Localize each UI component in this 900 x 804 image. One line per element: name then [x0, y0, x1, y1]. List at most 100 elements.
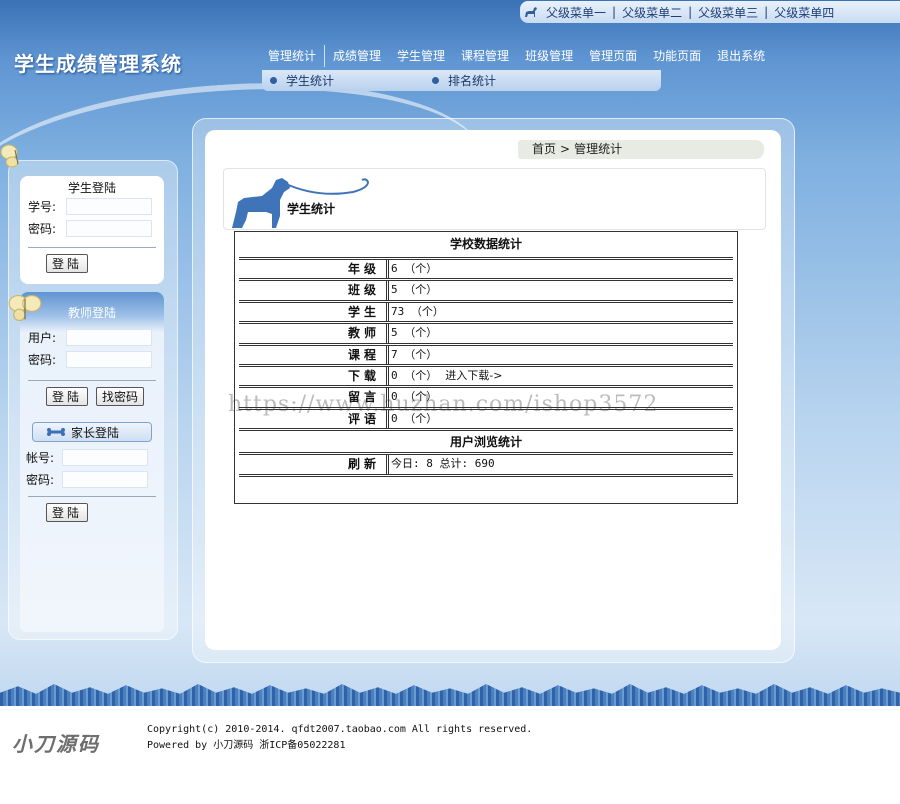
breadcrumb-current: 管理统计 — [574, 142, 623, 156]
teacher-login-button[interactable]: 登陆 — [46, 387, 89, 406]
teacher-user-label: 用户: — [28, 330, 57, 345]
row-value: 今日: 8 总计: 690 — [391, 457, 495, 471]
student-password-input[interactable] — [66, 219, 152, 237]
student-id-row: 学号: — [28, 195, 164, 217]
dog-icon — [525, 7, 537, 17]
nav-item-function-pages[interactable]: 功能页面 — [645, 45, 709, 67]
table-row-grades: 年级 6 （个） — [239, 257, 733, 282]
site-title: 学生成绩管理系统 — [14, 52, 182, 76]
copyright-text: Copyright(c) 2010-2014. qfdt2007.taobao.… — [147, 724, 533, 735]
nav-item-courses[interactable]: 课程管理 — [453, 45, 517, 67]
row-value: 5 （个） — [391, 326, 438, 340]
row-value: 0 （个） — [391, 390, 438, 404]
nav-item-stats[interactable]: 管理统计 — [260, 45, 326, 67]
footer-logo: 小刀源码 — [12, 732, 100, 756]
school-stats-table: 学校数据统计 年级 6 （个） 班级 5 （个） 学生 73 （个） 教师 5 … — [234, 231, 738, 504]
bullet-icon — [270, 77, 277, 84]
row-label: 下载 — [239, 366, 389, 386]
stats-table-header: 学校数据统计 — [449, 237, 522, 251]
row-value: 73 （个） — [391, 304, 444, 318]
row-label: 课程 — [239, 345, 389, 364]
top-menu-separator: | — [688, 5, 693, 19]
top-menu-separator: | — [764, 5, 769, 19]
parent-password-row: 密码: — [26, 468, 164, 490]
grass-decoration — [0, 684, 900, 706]
table-row-downloads: 下载 0 （个） 进入下载-> — [239, 363, 733, 389]
student-login-panel: 学生登陆 学号: 密码: 登陆 — [20, 176, 164, 284]
nav-item-admin-pages[interactable]: 管理页面 — [581, 45, 645, 67]
sub-nav-label: 学生统计 — [286, 74, 335, 88]
divider — [28, 380, 156, 381]
sub-nav-label: 排名统计 — [448, 74, 497, 88]
bone-icon — [47, 428, 65, 436]
breadcrumb: 首页 > 管理统计 — [518, 140, 764, 159]
row-value: 0 （个） — [391, 411, 438, 425]
table-row-teachers: 教师 5 （个） — [239, 321, 733, 346]
student-login-title: 学生登陆 — [67, 181, 116, 195]
section-title: 学生统计 — [287, 202, 336, 216]
breadcrumb-home[interactable]: 首页 — [532, 142, 556, 156]
breadcrumb-separator: > — [560, 142, 571, 156]
powered-by-text: Powered by 小刀源码 浙ICP备05022281 — [147, 740, 346, 751]
table-row-courses: 课程 7 （个） — [239, 342, 733, 367]
student-id-label: 学号: — [28, 199, 57, 214]
nav-item-classes[interactable]: 班级管理 — [517, 45, 581, 67]
top-menu-item-2[interactable]: 父级菜单二 — [618, 4, 686, 21]
parent-login-button[interactable]: 登陆 — [46, 503, 89, 522]
top-menu-item-1[interactable]: 父级菜单一 — [542, 4, 610, 21]
sub-nav-item-ranking-stats[interactable]: 排名统计 — [432, 72, 496, 89]
row-label: 年级 — [239, 260, 389, 279]
teacher-login-panel: 教师登陆 用户: 密码: 登陆 找密码 家长登陆 帐号: 密码: 登陆 — [20, 292, 164, 632]
teacher-user-input[interactable] — [66, 328, 152, 346]
forgot-password-button[interactable]: 找密码 — [96, 387, 145, 406]
row-label: 学生 — [239, 302, 389, 322]
student-id-input[interactable] — [66, 197, 152, 215]
row-value: 7 （个） — [391, 347, 438, 361]
table-row-classes: 班级 5 （个） — [239, 278, 733, 303]
top-menu-separator: | — [612, 5, 617, 19]
nav-item-students[interactable]: 学生管理 — [389, 45, 453, 67]
teacher-password-input[interactable] — [66, 350, 152, 368]
student-login-button[interactable]: 登陆 — [46, 254, 89, 273]
parent-account-input[interactable] — [62, 448, 148, 466]
main-nav: 管理统计 成绩管理 学生管理 课程管理 班级管理 管理页面 功能页面 退出系统 — [260, 44, 773, 68]
parent-account-row: 帐号: — [26, 446, 164, 468]
table-row-refresh: 刷新 今日: 8 总计: 690 — [239, 452, 733, 477]
butterfly-icon — [8, 294, 42, 322]
parent-login-tab-label: 家长登陆 — [71, 425, 120, 440]
teacher-password-label: 密码: — [28, 352, 57, 367]
row-label: 班级 — [239, 281, 389, 300]
parent-account-label: 帐号: — [26, 450, 55, 465]
parent-login-tab[interactable]: 家长登陆 — [32, 422, 152, 442]
row-label: 留言 — [239, 388, 389, 407]
nav-item-logout[interactable]: 退出系统 — [709, 45, 773, 67]
divider — [28, 247, 156, 248]
teacher-user-row: 用户: — [28, 326, 164, 348]
nav-item-scores[interactable]: 成绩管理 — [325, 45, 389, 67]
student-password-label: 密码: — [28, 221, 57, 236]
browse-stats-header: 用户浏览统计 — [239, 428, 733, 452]
teacher-password-row: 密码: — [28, 348, 164, 370]
top-menu-item-4[interactable]: 父级菜单四 — [770, 4, 838, 21]
top-menu-item-3[interactable]: 父级菜单三 — [694, 4, 762, 21]
table-row-students: 学生 73 （个） — [239, 299, 733, 325]
bullet-icon — [432, 77, 440, 84]
parent-password-input[interactable] — [62, 470, 148, 488]
top-utility-menu: 父级菜单一 | 父级菜单二 | 父级菜单三 | 父级菜单四 — [520, 1, 900, 23]
row-value: 5 （个） — [391, 283, 438, 297]
student-password-row: 密码: — [28, 217, 164, 239]
footer-text: Copyright(c) 2010-2014. qfdt2007.taobao.… — [147, 722, 532, 754]
row-value: 6 （个） — [391, 262, 438, 275]
sub-nav: 学生统计 排名统计 — [262, 70, 661, 91]
row-value-container: 0 （个） 进入下载-> — [389, 367, 733, 385]
row-label: 刷新 — [239, 455, 389, 474]
table-row-comments: 评语 0 （个） — [239, 406, 733, 432]
row-value: 0 （个） — [391, 368, 438, 382]
enter-download-link[interactable]: 进入下载-> — [445, 369, 502, 382]
parent-password-label: 密码: — [26, 472, 55, 487]
divider — [28, 496, 156, 497]
sub-nav-item-student-stats[interactable]: 学生统计 — [270, 72, 334, 89]
butterfly-icon — [0, 144, 19, 168]
row-label: 评语 — [239, 409, 389, 429]
table-row-messages: 留言 0 （个） — [239, 385, 733, 410]
